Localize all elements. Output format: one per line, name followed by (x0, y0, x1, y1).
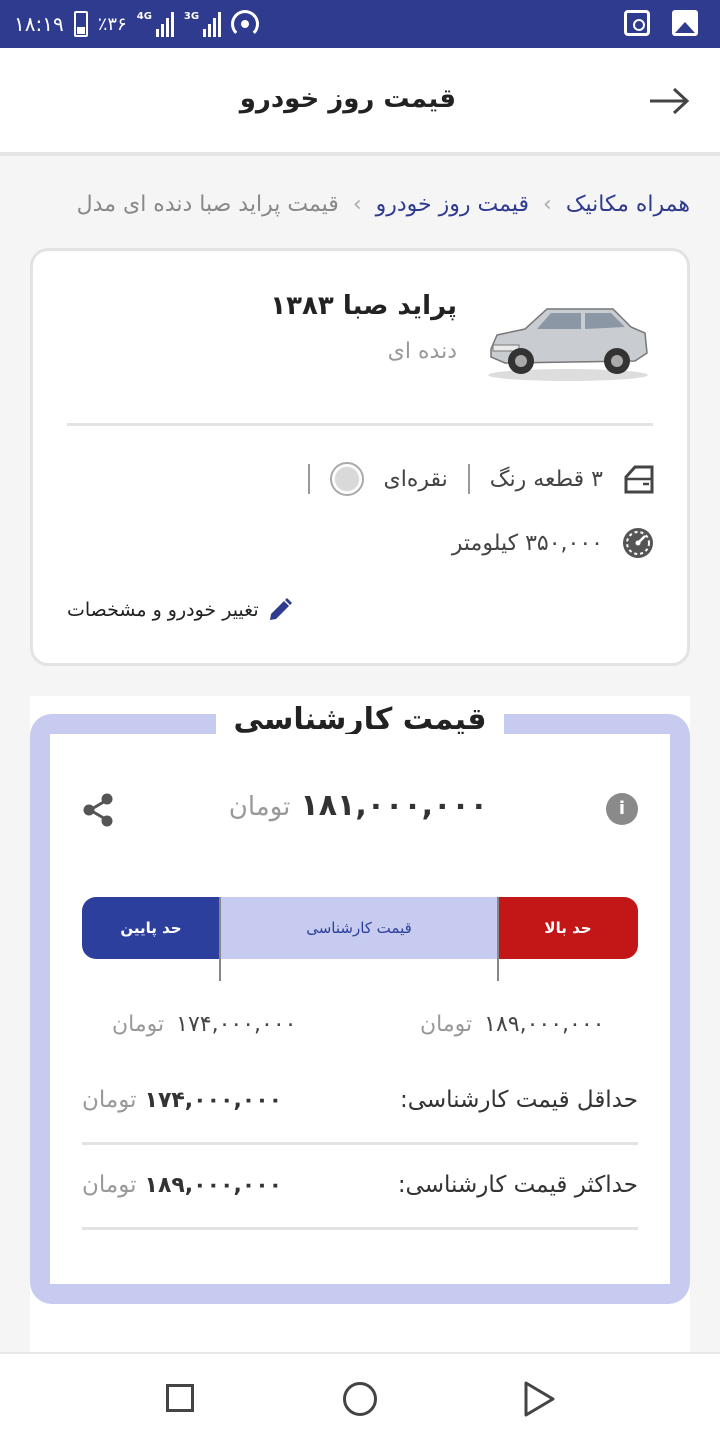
system-nav-bar (0, 1352, 720, 1440)
max-price-value: ۱۸۹,۰۰۰,۰۰۰ (144, 1173, 283, 1198)
odometer-icon (623, 528, 653, 558)
edit-car-link[interactable]: تغییر خودرو و مشخصات (67, 597, 293, 623)
nav-back-icon[interactable] (522, 1380, 556, 1418)
divider (82, 1227, 638, 1230)
chevron-left-icon: › (352, 191, 362, 217)
min-price: ۱۷۴,۰۰۰,۰۰۰ تومان (82, 1087, 282, 1113)
divider (467, 464, 470, 494)
range-low-value: ۱۷۴,۰۰۰,۰۰۰ (176, 1012, 297, 1037)
car-image (488, 308, 648, 381)
breadcrumb: همراه مکانیک › قیمت روز خودرو › قیمت پرا… (30, 186, 690, 222)
max-price: ۱۸۹,۰۰۰,۰۰۰ تومان (82, 1172, 282, 1198)
edit-car-label: تغییر خودرو و مشخصات (67, 599, 259, 621)
range-low-tick (219, 897, 221, 981)
price-unit: تومان (112, 1012, 165, 1037)
price-unit: تومان (420, 1012, 473, 1037)
status-right (624, 10, 698, 36)
chevron-left-icon: › (543, 191, 552, 217)
car-door-icon (624, 465, 654, 494)
car-subtitle: دنده ای (387, 339, 457, 364)
status-bar: ۱۸:۱۹ ٪۳۶ 4G 3G (0, 0, 720, 48)
price-range-bar: حد پایین قیمت کارشناسی حد بالا (82, 897, 638, 959)
info-icon[interactable]: i (606, 793, 638, 825)
expert-price: ۱۸۱,۰۰۰,۰۰۰ تومان (228, 788, 488, 823)
price-unit: تومان (82, 1087, 137, 1113)
back-arrow-icon[interactable] (648, 86, 690, 116)
signal-4g-icon: 4G (137, 11, 174, 37)
min-price-row: حداقل قیمت کارشناسی: ۱۷۴,۰۰۰,۰۰۰ تومان (82, 1080, 638, 1120)
divider (307, 464, 310, 494)
price-unit: تومان (228, 792, 291, 822)
gallery-icon (672, 10, 698, 36)
status-time: ۱۸:۱۹ (14, 12, 64, 36)
car-card: پراید صبا ۱۳۸۳ دنده ای ۳ قطعه رنگ نقره‌ا… (30, 248, 690, 666)
breadcrumb-car-prices[interactable]: قیمت روز خودرو (376, 192, 529, 217)
home-icon[interactable] (343, 1382, 377, 1416)
hotspot-icon (231, 10, 260, 38)
range-high-segment: حد بالا (498, 897, 638, 959)
car-title: پراید صبا ۱۳۸۳ (270, 291, 457, 321)
spec-row-mileage: ۳۵۰,۰۰۰ کیلومتر (452, 525, 655, 561)
app-bar: قیمت روز خودرو (0, 48, 720, 156)
battery-percent: ٪۳۶ (97, 13, 127, 35)
page-title: قیمت روز خودرو (239, 84, 456, 114)
range-low-label: ۱۷۴,۰۰۰,۰۰۰ تومان (112, 1012, 296, 1037)
breadcrumb-home[interactable]: همراه مکانیک (566, 192, 690, 217)
max-price-label: حداکثر قیمت کارشناسی: (397, 1172, 638, 1198)
range-high-tick (497, 897, 499, 981)
range-high-label: ۱۸۹,۰۰۰,۰۰۰ تومان (420, 1012, 604, 1037)
max-price-row: حداکثر قیمت کارشناسی: ۱۸۹,۰۰۰,۰۰۰ تومان (82, 1165, 638, 1205)
divider (82, 1142, 638, 1145)
price-title: قیمت کارشناسی (233, 702, 487, 737)
screenshot-icon (624, 10, 650, 36)
min-price-label: حداقل قیمت کارشناسی: (399, 1087, 638, 1113)
color-swatch (329, 462, 364, 496)
car-color: نقره‌ای (383, 466, 448, 492)
recents-icon[interactable] (166, 1384, 194, 1412)
spec-row-paint-color: ۳ قطعه رنگ نقره‌ای (307, 461, 655, 497)
range-high-value: ۱۸۹,۰۰۰,۰۰۰ (484, 1012, 605, 1037)
range-low-segment: حد پایین (82, 897, 220, 959)
signal-3g-icon: 3G (184, 11, 222, 37)
mileage: ۳۵۰,۰۰۰ کیلومتر (451, 530, 603, 556)
pencil-icon (269, 598, 292, 620)
min-price-value: ۱۷۴,۰۰۰,۰۰۰ (144, 1088, 283, 1113)
price-unit: تومان (82, 1172, 137, 1198)
breadcrumb-current: قیمت پراید صبا دنده ای مدل (76, 191, 339, 217)
share-icon[interactable] (80, 792, 116, 828)
divider (67, 423, 653, 426)
range-mid-segment: قیمت کارشناسی (220, 897, 498, 959)
status-left: ۱۸:۱۹ ٪۳۶ 4G 3G (14, 0, 260, 48)
battery-icon (73, 11, 88, 37)
paint-status: ۳ قطعه رنگ (489, 466, 603, 492)
expert-price-value: ۱۸۱,۰۰۰,۰۰۰ (300, 788, 488, 823)
